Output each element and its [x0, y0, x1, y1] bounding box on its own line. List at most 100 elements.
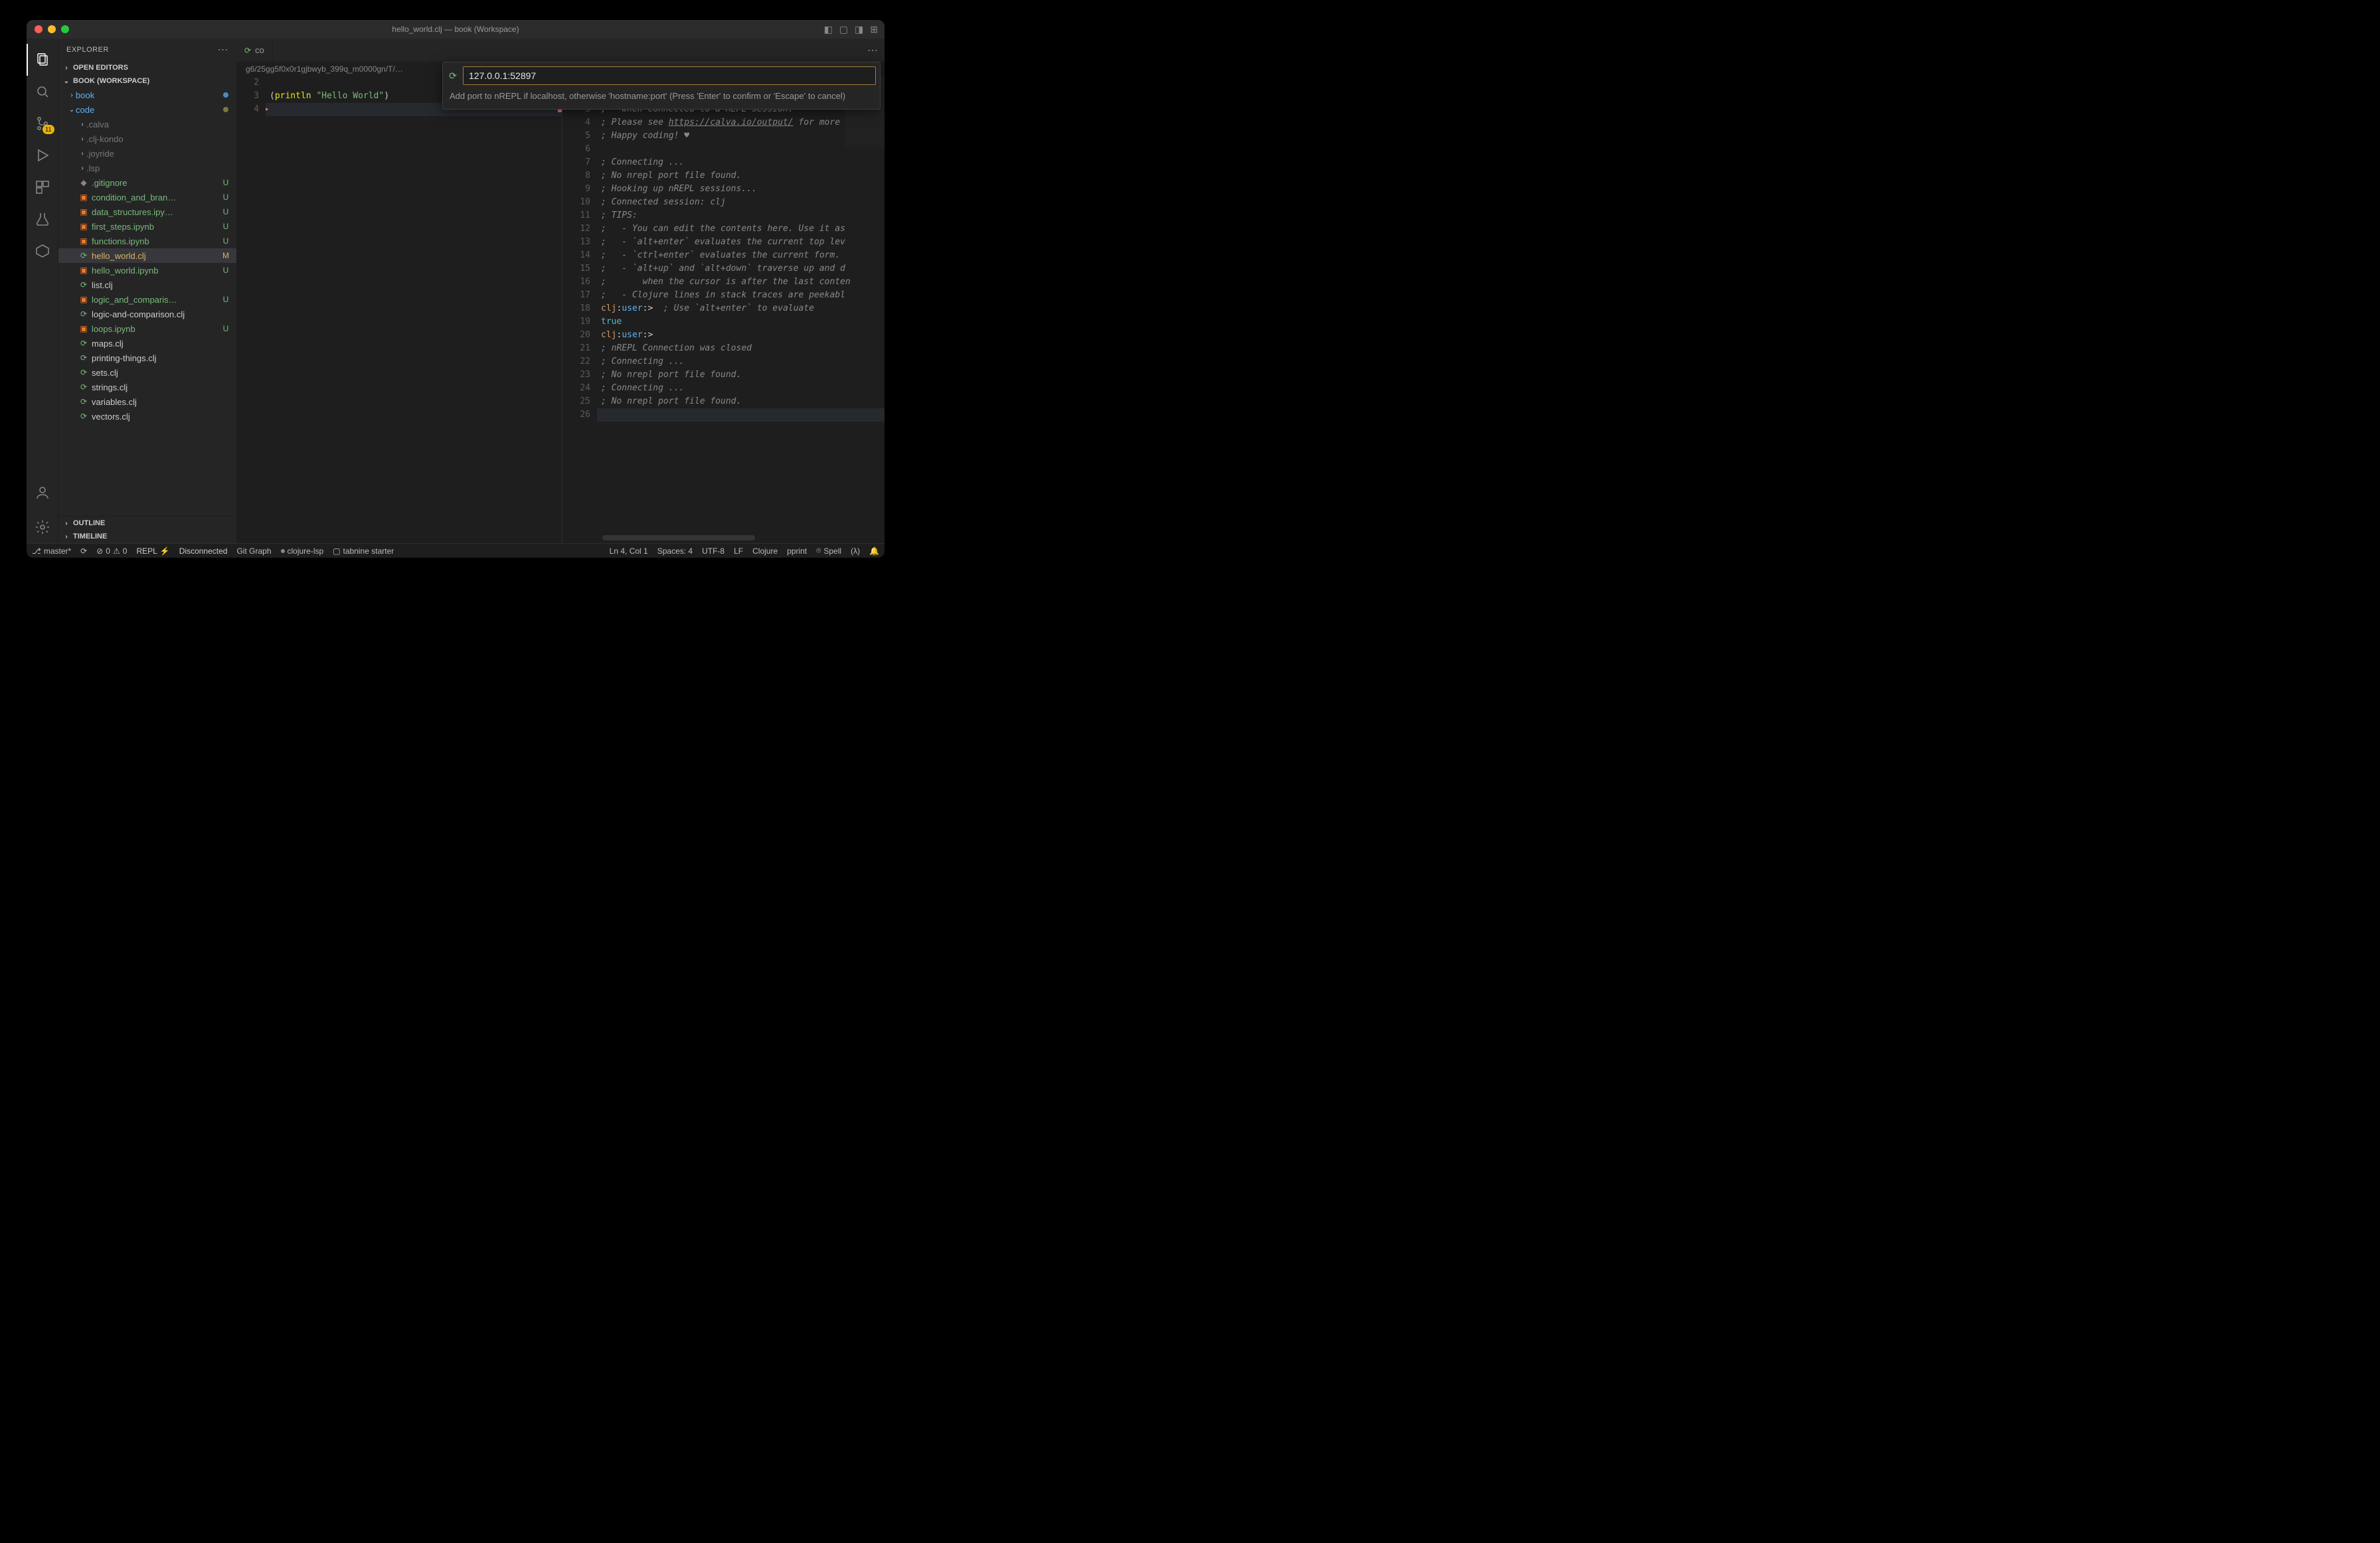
error-icon: ⊘ [96, 546, 103, 556]
spell-check[interactable]: ⌾Spell [816, 546, 841, 556]
editor-left[interactable]: 2 3 4 (println "Hello World") ▸ [236, 76, 562, 543]
notifications-icon[interactable]: 🔔 [869, 546, 879, 556]
editor-area: ⟳ co ⋯ g6/25gg5f0x0r1gjbwyb_399q_m0000gn… [236, 39, 885, 543]
repl-status[interactable]: REPL ⚡ [136, 546, 169, 556]
git-branch[interactable]: ⎇ master* [32, 546, 71, 556]
sidebar-bottom: › OUTLINE › TIMELINE [58, 516, 236, 543]
file-row[interactable]: ▣loops.ipynbU [58, 321, 236, 336]
file-icon: ▣ [78, 207, 89, 216]
file-row[interactable]: ▣data_structures.ipy…U [58, 204, 236, 219]
indentation[interactable]: Spaces: 4 [657, 546, 693, 556]
file-icon: ⟳ [78, 309, 89, 319]
toggle-sidebar-icon[interactable]: ◧ [824, 24, 833, 35]
explorer-icon[interactable] [27, 44, 58, 76]
lambda[interactable]: (λ) [851, 546, 860, 556]
status-bar: ⎇ master* ⟳ ⊘0 ⚠0 REPL ⚡ Disconnected Gi… [27, 543, 885, 558]
git-graph[interactable]: Git Graph [236, 546, 271, 556]
calva-activity-icon[interactable] [27, 235, 58, 267]
chevron-down-icon: ⌄ [62, 78, 70, 85]
toggle-secondary-icon[interactable]: ◨ [855, 24, 863, 35]
file-row[interactable]: ▣functions.ipynbU [58, 234, 236, 248]
file-row[interactable]: ⟳maps.clj [58, 336, 236, 351]
folder-joyride[interactable]: › .joyride [58, 146, 236, 161]
file-row[interactable]: ▣first_steps.ipynbU [58, 219, 236, 234]
pprint[interactable]: pprint [787, 546, 807, 556]
file-row[interactable]: ⟳vectors.clj [58, 409, 236, 424]
accounts-icon[interactable] [27, 477, 58, 509]
file-label: loops.ipynb [92, 324, 220, 334]
nrepl-host-input[interactable] [463, 66, 876, 85]
titlebar: hello_world.clj — book (Workspace) ◧ ▢ ◨… [27, 20, 885, 39]
file-label: vectors.clj [92, 412, 220, 422]
file-row[interactable]: ⟳strings.clj [58, 380, 236, 394]
folder-dot-icon [223, 107, 228, 112]
tabnine[interactable]: ▢ tabnine starter [333, 546, 394, 556]
git-status: U [220, 324, 231, 333]
chevron-down-icon: ⌄ [68, 106, 76, 114]
minimize-button[interactable] [48, 25, 56, 33]
git-status: U [220, 266, 231, 275]
run-debug-icon[interactable] [27, 139, 58, 171]
problems[interactable]: ⊘0 ⚠0 [96, 546, 127, 556]
open-editors-section[interactable]: › OPEN EDITORS [58, 61, 236, 74]
file-icon: ▣ [78, 266, 89, 275]
code-content[interactable]: (println "Hello World") ▸ [266, 76, 562, 543]
chevron-right-icon: › [62, 520, 70, 527]
connection-status[interactable]: Disconnected [179, 546, 228, 556]
file-icon: ▣ [78, 295, 89, 304]
file-row[interactable]: ⟳list.clj [58, 278, 236, 292]
file-row[interactable]: ▣condition_and_bran…U [58, 190, 236, 204]
file-row[interactable]: ▣hello_world.ipynbU [58, 263, 236, 278]
search-icon[interactable] [27, 76, 58, 108]
maximize-button[interactable] [61, 25, 69, 33]
tabs-row: ⟳ co ⋯ [236, 39, 885, 62]
file-icon: ▣ [78, 222, 89, 231]
file-row[interactable]: ⟳logic-and-comparison.clj [58, 307, 236, 321]
code-content[interactable]: alva evaluation results output w; TIPS: … [597, 76, 885, 543]
file-row[interactable]: ⟳sets.clj [58, 365, 236, 380]
scm-badge: 11 [42, 125, 54, 134]
folder-cljkondo[interactable]: › .clj-kondo [58, 131, 236, 146]
file-label: condition_and_bran… [92, 193, 220, 203]
status-dot-icon [281, 549, 285, 553]
file-label: maps.clj [92, 339, 220, 349]
sync-button[interactable]: ⟳ [80, 546, 87, 556]
language-mode[interactable]: Clojure [752, 546, 778, 556]
outline-section[interactable]: › OUTLINE [58, 517, 236, 530]
folder-lsp[interactable]: › .lsp [58, 161, 236, 175]
quick-input-panel: ⟳ Add port to nREPL if localhost, otherw… [442, 62, 881, 110]
extensions-icon[interactable] [27, 171, 58, 203]
file-row[interactable]: ▣logic_and_comparis…U [58, 292, 236, 307]
testing-icon[interactable] [27, 203, 58, 235]
timeline-section[interactable]: › TIMELINE [58, 530, 236, 543]
file-label: first_steps.ipynb [92, 222, 220, 232]
clojure-lsp[interactable]: clojure-lsp [281, 546, 324, 556]
file-row[interactable]: ⟳hello_world.cljM [58, 248, 236, 263]
toggle-panel-icon[interactable]: ▢ [839, 24, 848, 35]
sidebar-more-icon[interactable]: ⋯ [218, 43, 229, 56]
editors-split: 2 3 4 (println "Hello World") ▸ 12345678… [236, 76, 885, 543]
close-button[interactable] [35, 25, 42, 33]
file-row[interactable]: ⟳printing-things.clj [58, 351, 236, 365]
encoding[interactable]: UTF-8 [702, 546, 724, 556]
editor-right[interactable]: 1234567891011121314151617181920212223242… [562, 76, 885, 543]
horizontal-scrollbar[interactable] [602, 535, 755, 540]
folder-dot-icon [223, 92, 228, 98]
settings-gear-icon[interactable] [27, 511, 58, 543]
file-row[interactable]: ⟳variables.clj [58, 394, 236, 409]
source-control-icon[interactable]: 11 [27, 108, 58, 139]
folder-book[interactable]: › book [58, 88, 236, 102]
folder-code[interactable]: ⌄ code [58, 102, 236, 117]
timeline-label: TIMELINE [73, 532, 107, 540]
clojure-file-icon: ⟳ [244, 46, 251, 55]
cursor-position[interactable]: Ln 4, Col 1 [610, 546, 648, 556]
file-label: hello_world.clj [92, 251, 220, 261]
eol[interactable]: LF [734, 546, 743, 556]
file-row[interactable]: ◆.gitignoreU [58, 175, 236, 190]
editor-tab-left[interactable]: ⟳ co [236, 39, 273, 62]
folder-calva[interactable]: › .calva [58, 117, 236, 131]
repl-icon: ⟳ [447, 70, 459, 82]
layout-icon[interactable]: ⊞ [870, 24, 878, 35]
tab-actions-icon[interactable]: ⋯ [861, 39, 885, 62]
workspace-section[interactable]: ⌄ BOOK (WORKSPACE) [58, 74, 236, 88]
